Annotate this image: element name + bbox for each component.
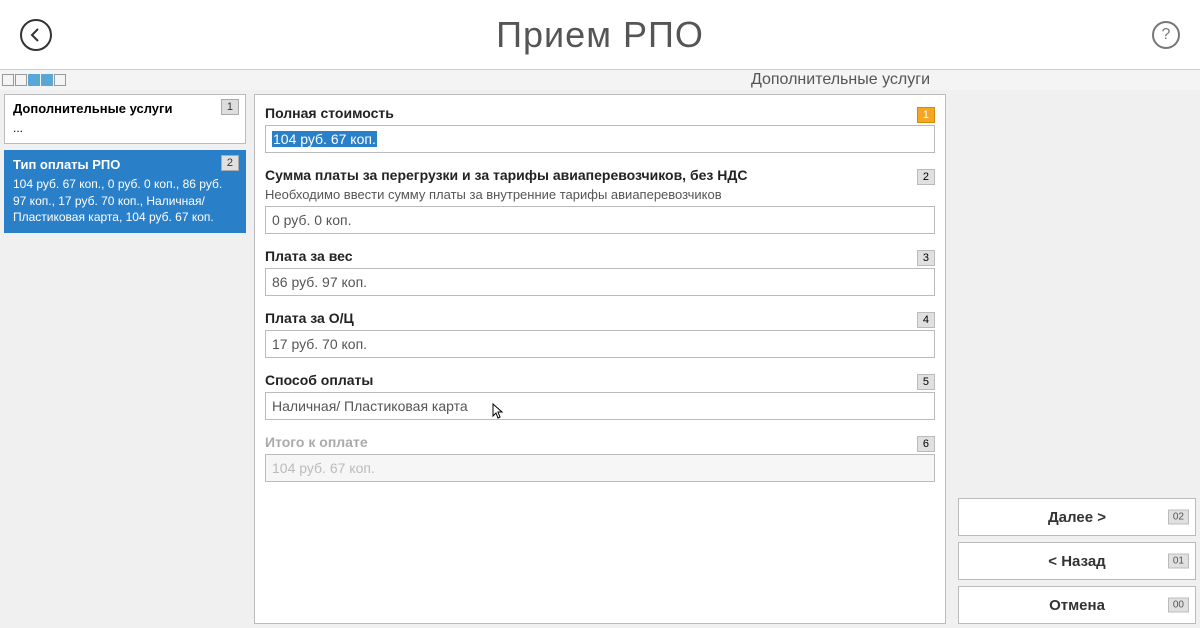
field-label: Плата за О/Ц xyxy=(265,310,935,326)
field-pay-method: Способ оплаты 5 xyxy=(265,372,935,420)
header: Прием РПО ? xyxy=(0,0,1200,70)
sidebar-item-badge: 1 xyxy=(221,99,239,115)
sidebar: Дополнительные услуги 1 ... Тип оплаты Р… xyxy=(0,90,250,628)
keyboard-hint: 00 xyxy=(1168,598,1189,613)
page-title: Прием РПО xyxy=(496,14,704,56)
field-label: Сумма платы за перегрузки и за тарифы ав… xyxy=(265,167,935,183)
field-badge: 3 xyxy=(917,250,935,266)
progress-step xyxy=(54,74,66,86)
sidebar-item-title: Тип оплаты РПО xyxy=(13,157,237,172)
sidebar-item-sub: 104 руб. 67 коп., 0 руб. 0 коп., 86 руб.… xyxy=(13,176,237,226)
progress-bar: Дополнительные услуги xyxy=(0,70,1200,90)
field-label: Способ оплаты xyxy=(265,372,935,388)
button-label: < Назад xyxy=(1048,553,1105,570)
keyboard-hint: 01 xyxy=(1168,554,1189,569)
sidebar-item-payment-type[interactable]: Тип оплаты РПО 2 104 руб. 67 коп., 0 руб… xyxy=(4,150,246,233)
field-label: Итого к оплате xyxy=(265,434,935,450)
field-oc-fee: Плата за О/Ц 4 xyxy=(265,310,935,358)
main-content: Полная стоимость 1 104 руб. 67 коп. Сумм… xyxy=(250,90,950,628)
field-label: Полная стоимость xyxy=(265,105,935,121)
form-panel: Полная стоимость 1 104 руб. 67 коп. Сумм… xyxy=(254,94,946,624)
sidebar-item-services[interactable]: Дополнительные услуги 1 ... xyxy=(4,94,246,144)
field-air-fee: Сумма платы за перегрузки и за тарифы ав… xyxy=(265,167,935,234)
field-badge: 5 xyxy=(917,374,935,390)
field-hint: Необходимо ввести сумму платы за внутрен… xyxy=(265,187,935,202)
weight-fee-input[interactable] xyxy=(265,268,935,296)
cancel-button[interactable]: Отмена 00 xyxy=(958,586,1196,624)
button-label: Далее > xyxy=(1048,509,1106,526)
progress-step xyxy=(41,74,53,86)
next-button[interactable]: Далее > 02 xyxy=(958,498,1196,536)
action-buttons: Далее > 02 < Назад 01 Отмена 00 xyxy=(958,492,1196,624)
air-fee-input[interactable] xyxy=(265,206,935,234)
full-cost-input[interactable]: 104 руб. 67 коп. xyxy=(265,125,935,153)
field-weight-fee: Плата за вес 3 xyxy=(265,248,935,296)
back-nav-button[interactable]: < Назад 01 xyxy=(958,542,1196,580)
section-subtitle: Дополнительные услуги xyxy=(751,71,930,89)
field-badge: 1 xyxy=(917,107,935,123)
button-label: Отмена xyxy=(1049,597,1105,614)
sidebar-item-badge: 2 xyxy=(221,155,239,171)
sidebar-item-sub: ... xyxy=(13,120,237,137)
help-button[interactable]: ? xyxy=(1152,21,1180,49)
progress-step xyxy=(28,74,40,86)
progress-step xyxy=(2,74,14,86)
field-total: Итого к оплате 6 xyxy=(265,434,935,482)
oc-fee-input[interactable] xyxy=(265,330,935,358)
keyboard-hint: 02 xyxy=(1168,510,1189,525)
field-badge: 4 xyxy=(917,312,935,328)
field-badge: 2 xyxy=(917,169,935,185)
field-label: Плата за вес xyxy=(265,248,935,264)
total-input xyxy=(265,454,935,482)
progress-step xyxy=(15,74,27,86)
right-column: Далее > 02 < Назад 01 Отмена 00 xyxy=(950,90,1200,628)
pay-method-input[interactable] xyxy=(265,392,935,420)
field-full-cost: Полная стоимость 1 104 руб. 67 коп. xyxy=(265,105,935,153)
back-button[interactable] xyxy=(20,19,52,51)
field-badge: 6 xyxy=(917,436,935,452)
arrow-left-icon xyxy=(28,27,44,43)
sidebar-item-title: Дополнительные услуги xyxy=(13,101,237,116)
